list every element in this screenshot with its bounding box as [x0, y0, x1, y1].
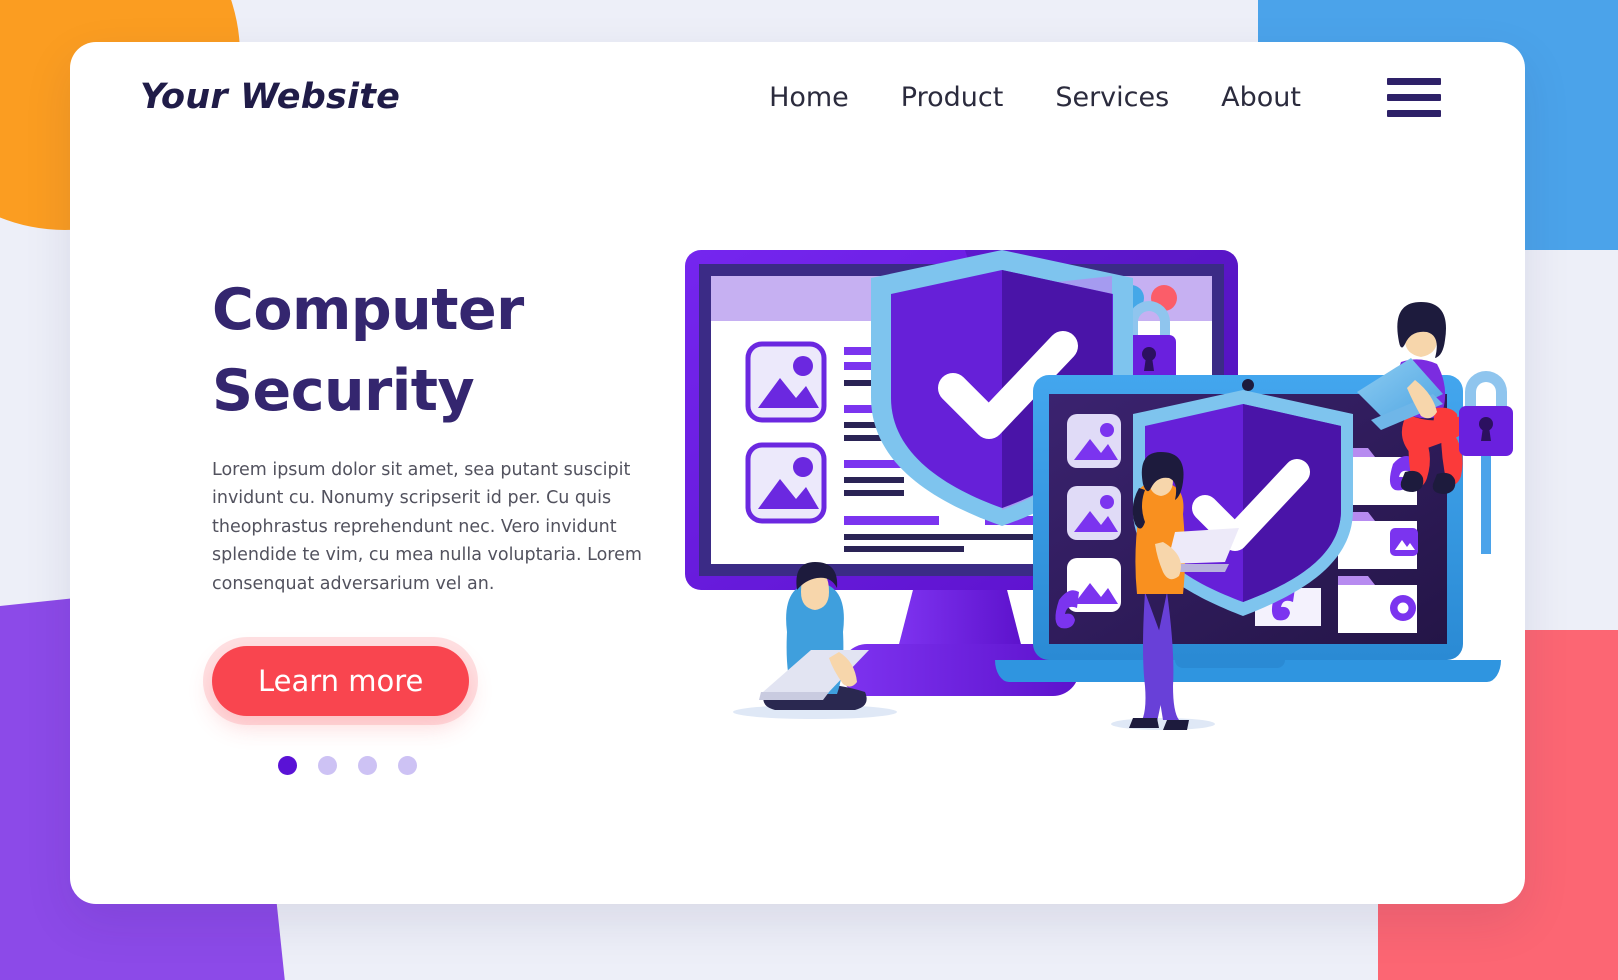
hero-description: Lorem ipsum dolor sit amet, sea putant s…	[212, 459, 642, 594]
nav-item-about[interactable]: About	[1195, 82, 1327, 113]
hamburger-icon[interactable]	[1387, 77, 1441, 117]
nav-item-services[interactable]: Services	[1029, 82, 1195, 113]
carousel-dot-1[interactable]	[278, 756, 297, 776]
side-padlock-icon	[1459, 371, 1513, 554]
laptop-image-placeholder-1	[1067, 414, 1121, 468]
laptop-camera	[1242, 379, 1254, 391]
learn-more-button[interactable]: Learn more	[212, 646, 470, 717]
site-logo[interactable]: Your Website	[140, 77, 400, 117]
laptop-trackpad-notch	[1175, 660, 1285, 668]
man-laptop-base	[759, 692, 829, 700]
monitor-stand-neck	[897, 582, 1023, 652]
landing-page-card: Your Website Home Product Services About…	[70, 42, 1525, 904]
woman-heel	[1129, 718, 1159, 728]
site-header: Your Website Home Product Services About	[70, 42, 1525, 152]
carousel-dot-3[interactable]	[358, 756, 377, 776]
hamburger-bar	[1387, 93, 1441, 101]
laptop-image-placeholder-2	[1067, 486, 1121, 540]
carousel-dot-2[interactable]	[318, 756, 337, 776]
image-icon	[1390, 528, 1418, 556]
nav-item-home[interactable]: Home	[743, 82, 875, 113]
hamburger-bar	[1387, 77, 1441, 85]
image-placeholder-2	[745, 442, 827, 524]
hamburger-bar	[1387, 109, 1441, 117]
nav-item-product[interactable]: Product	[875, 82, 1030, 113]
carousel-dot-4[interactable]	[398, 756, 417, 776]
image-placeholder-1	[745, 341, 827, 423]
computer-security-illustration	[615, 192, 1525, 772]
main-navigation: Home Product Services About	[743, 77, 1467, 117]
padlock-shackle	[1465, 371, 1507, 410]
